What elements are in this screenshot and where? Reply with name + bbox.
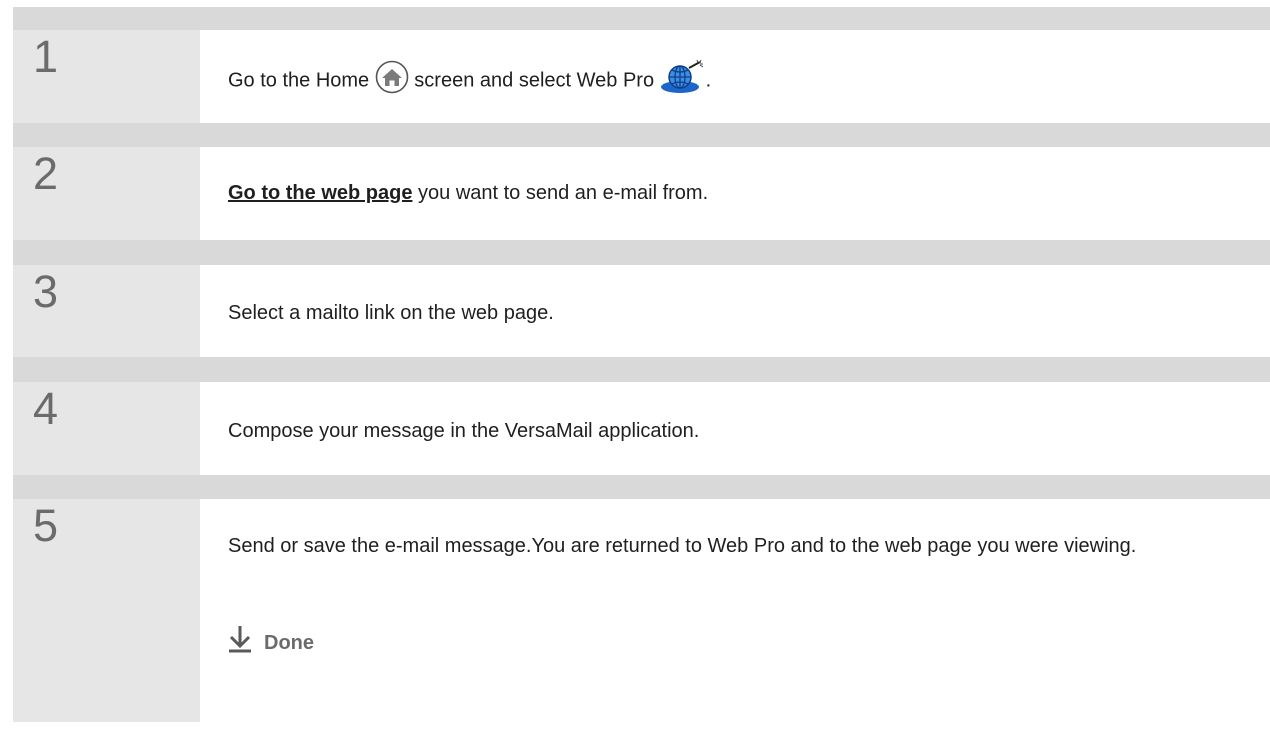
step-number: 2	[13, 147, 200, 240]
step-number-label: 2	[33, 148, 59, 199]
step-text: Compose your message in the VersaMail ap…	[228, 420, 700, 442]
home-icon	[375, 60, 409, 102]
step-2: 2 Go to the web page you want to send an…	[13, 147, 1270, 240]
step-1: 1 Go to the Home screen and select Web P…	[13, 30, 1270, 123]
step-text: Send or save the e-mail message.You are …	[228, 535, 1137, 557]
step-content: Go to the Home screen and select Web Pro…	[200, 30, 1270, 123]
arrow-down-icon	[228, 625, 252, 661]
step-text-part: screen and select Web Pro	[408, 69, 660, 92]
step-content: Select a mailto link on the web page.	[200, 265, 1270, 357]
go-to-web-page-link[interactable]: Go to the web page	[228, 182, 412, 204]
step-text-part: .	[705, 69, 712, 92]
step-content: Go to the web page you want to send an e…	[200, 147, 1270, 240]
done-label: Done	[264, 631, 314, 654]
step-text: Go to the web page you want to send an e…	[228, 180, 1230, 207]
step-number-label: 3	[33, 266, 59, 317]
step-4: 4 Compose your message in the VersaMail …	[13, 382, 1270, 475]
step-number-label: 4	[33, 383, 59, 434]
step-number: 3	[13, 265, 200, 357]
step-content: Send or save the e-mail message.You are …	[200, 499, 1270, 722]
step-number: 4	[13, 382, 200, 475]
step-text-part: Go to the Home	[228, 69, 375, 92]
step-content: Compose your message in the VersaMail ap…	[200, 382, 1270, 475]
step-3: 3 Select a mailto link on the web page.	[13, 265, 1270, 357]
step-text: Select a mailto link on the web page.	[228, 302, 554, 324]
step-text-part: you want to send an e-mail from.	[412, 182, 709, 204]
step-number: 1	[13, 30, 200, 123]
step-number: 5	[13, 499, 200, 722]
step-5: 5 Send or save the e-mail message.You ar…	[13, 499, 1270, 722]
step-number-label: 5	[33, 500, 59, 551]
step-number-label: 1	[33, 31, 59, 82]
step-text: Go to the Home screen and select Web Pro…	[228, 59, 1230, 103]
globe-icon	[660, 59, 706, 103]
steps-panel: 1 Go to the Home screen and select Web P…	[13, 7, 1270, 722]
done-marker: Done	[228, 625, 314, 661]
